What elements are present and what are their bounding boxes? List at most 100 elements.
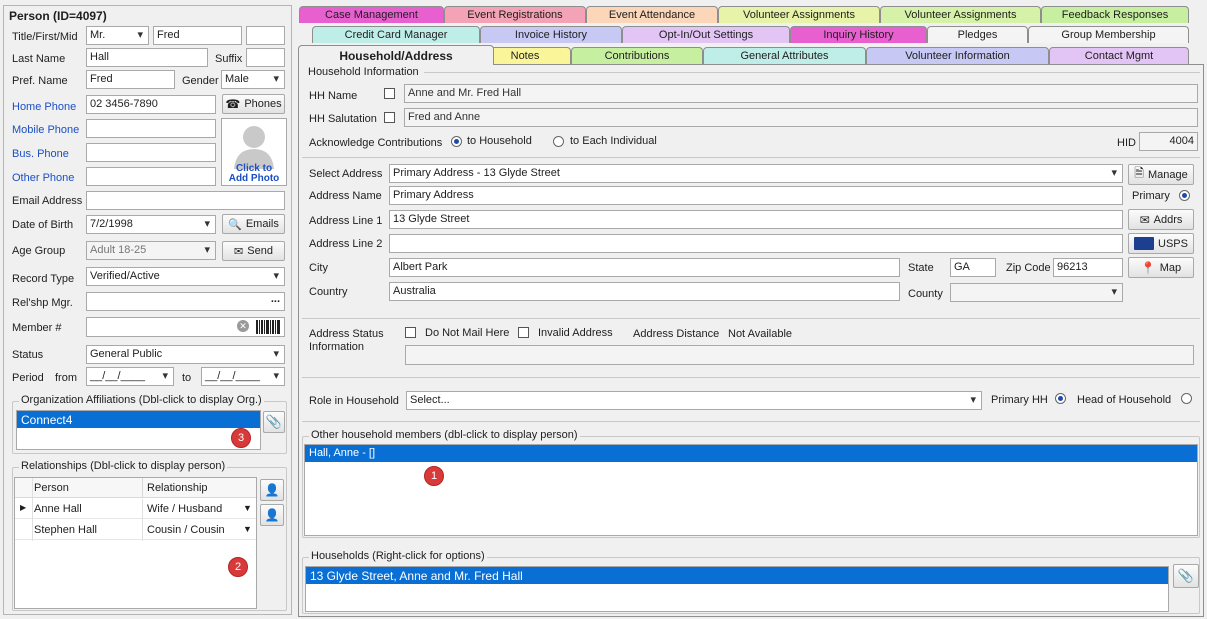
members-list[interactable]: Hall, Anne - []: [304, 444, 1198, 536]
hh-name-field[interactable]: Anne and Mr. Fred Hall: [404, 84, 1198, 103]
column-header-relationship[interactable]: Relationship: [147, 482, 208, 494]
tab-inquiry-history[interactable]: Inquiry History: [790, 26, 927, 43]
do-not-mail-checkbox[interactable]: [405, 327, 416, 338]
remove-relationship-button[interactable]: 👤: [260, 504, 284, 526]
table-row[interactable]: ▶ Anne Hall Wife / Husband ▼: [15, 499, 256, 519]
invalid-address-label[interactable]: Invalid Address: [538, 327, 613, 339]
chevron-down-icon[interactable]: ▼: [243, 524, 252, 534]
first-name-field[interactable]: Fred: [153, 26, 242, 45]
manage-button[interactable]: 🗎 Manage: [1128, 164, 1194, 185]
record-type-select[interactable]: Verified/Active: [86, 267, 285, 286]
send-button[interactable]: ✉ Send: [222, 241, 285, 261]
head-of-household-radio[interactable]: [1181, 393, 1192, 404]
tab-group-membership[interactable]: Group Membership: [1028, 26, 1189, 43]
column-header-person[interactable]: Person: [34, 482, 69, 494]
tab-volunteer-assignments[interactable]: Volunteer Assignments: [718, 6, 880, 23]
relship-mgr-field[interactable]: ...: [86, 292, 285, 311]
period-to-picker[interactable]: __/__/____: [201, 367, 285, 386]
addrs-button[interactable]: ✉ Addrs: [1128, 209, 1194, 230]
primary-hh-radio[interactable]: [1055, 393, 1066, 404]
households-attach-button[interactable]: 📎: [1173, 564, 1199, 588]
barcode-icon[interactable]: [256, 320, 280, 334]
mobile-phone-label[interactable]: Mobile Phone: [12, 124, 79, 136]
usps-button[interactable]: USPS: [1128, 233, 1194, 254]
list-item[interactable]: Connect4: [17, 411, 260, 428]
home-phone-field[interactable]: 02 3456-7890: [86, 95, 216, 114]
emails-button[interactable]: 🔍 Emails: [222, 214, 285, 234]
tab-general-attributes[interactable]: General Attributes: [703, 47, 866, 64]
phones-button[interactable]: ☎ Phones: [222, 94, 285, 114]
address-line1-field[interactable]: 13 Glyde Street: [389, 210, 1123, 229]
select-address-dropdown[interactable]: Primary Address - 13 Glyde Street: [389, 164, 1123, 183]
ack-household-label[interactable]: to Household: [467, 135, 532, 147]
add-relationship-button[interactable]: 👤: [260, 479, 284, 501]
tab-volunteer-assignments-2[interactable]: Volunteer Assignments: [880, 6, 1041, 23]
role-select[interactable]: Select...: [406, 391, 982, 410]
gender-select[interactable]: Male: [221, 70, 285, 89]
relationships-title: Relationships (Dbl-click to display pers…: [19, 460, 228, 472]
email-field[interactable]: [86, 191, 285, 210]
tab-pledges[interactable]: Pledges: [927, 26, 1028, 43]
hh-salutation-checkbox[interactable]: [384, 112, 395, 123]
bus-phone-field[interactable]: [86, 143, 216, 162]
mobile-phone-field[interactable]: [86, 119, 216, 138]
hh-name-checkbox[interactable]: [384, 88, 395, 99]
period-from-picker[interactable]: __/__/____: [86, 367, 174, 386]
tab-event-registrations[interactable]: Event Registrations: [444, 6, 586, 23]
tab-volunteer-information[interactable]: Volunteer Information: [866, 47, 1049, 64]
city-field[interactable]: Albert Park: [389, 258, 900, 277]
country-label: Country: [309, 286, 348, 298]
address-name-field[interactable]: Primary Address: [389, 186, 1123, 205]
invalid-address-checkbox[interactable]: [518, 327, 529, 338]
dob-picker[interactable]: 7/2/1998: [86, 215, 216, 234]
ack-individual-radio[interactable]: [553, 136, 564, 147]
org-affiliations-list[interactable]: Connect4: [16, 410, 261, 450]
bus-phone-label[interactable]: Bus. Phone: [12, 148, 69, 160]
table-row[interactable]: Stephen Hall Cousin / Cousin ▼: [15, 520, 256, 540]
hh-salutation-field[interactable]: Fred and Anne: [404, 108, 1198, 127]
state-field[interactable]: GA: [950, 258, 996, 277]
person-header: Person (ID=4097): [9, 9, 107, 23]
do-not-mail-label[interactable]: Do Not Mail Here: [425, 327, 509, 339]
tab-opt-in-out-settings[interactable]: Opt-In/Out Settings: [622, 26, 790, 43]
tab-event-attendance[interactable]: Event Attendance: [586, 6, 718, 23]
tab-contact-mgmt[interactable]: Contact Mgmt: [1049, 47, 1189, 64]
period-from-label: from: [55, 372, 77, 384]
org-attach-button[interactable]: 📎: [263, 411, 285, 433]
last-name-field[interactable]: Hall: [86, 48, 208, 67]
tab-household-address[interactable]: Household/Address: [298, 45, 494, 65]
zip-field[interactable]: 96213: [1053, 258, 1123, 277]
list-item[interactable]: 13 Glyde Street, Anne and Mr. Fred Hall: [306, 567, 1168, 584]
member-field[interactable]: ✕: [86, 317, 285, 337]
other-phone-field[interactable]: [86, 167, 216, 186]
age-group-select: Adult 18-25: [86, 241, 216, 260]
tab-credit-card-manager[interactable]: Credit Card Manager: [312, 26, 480, 43]
middle-name-field[interactable]: [246, 26, 285, 45]
tab-case-management[interactable]: Case Management: [299, 6, 444, 23]
status-select[interactable]: General Public: [86, 345, 285, 364]
ack-individual-label[interactable]: to Each Individual: [570, 135, 657, 147]
primary-radio[interactable]: [1179, 190, 1190, 201]
ack-household-radio[interactable]: [451, 136, 462, 147]
clear-icon[interactable]: ✕: [237, 320, 249, 332]
paperclip-icon: 📎: [1177, 568, 1195, 583]
add-person-icon: 👤: [264, 483, 280, 497]
country-field[interactable]: Australia: [389, 282, 900, 301]
dob-value: 7/2/1998: [90, 218, 133, 230]
suffix-field[interactable]: [246, 48, 285, 67]
tab-contributions[interactable]: Contributions: [571, 47, 703, 64]
pref-name-field[interactable]: Fred: [86, 70, 175, 89]
title-select[interactable]: Mr.: [86, 26, 149, 45]
add-photo-button[interactable]: Click to Add Photo: [221, 118, 287, 186]
tab-feedback-responses[interactable]: Feedback Responses: [1041, 6, 1189, 23]
tab-invoice-history[interactable]: Invoice History: [480, 26, 622, 43]
map-button[interactable]: 📍 Map: [1128, 257, 1194, 278]
households-list[interactable]: 13 Glyde Street, Anne and Mr. Fred Hall: [305, 566, 1169, 612]
other-phone-label[interactable]: Other Phone: [12, 172, 74, 184]
relship-mgr-ellipsis-button[interactable]: ...: [271, 293, 280, 305]
chevron-down-icon[interactable]: ▼: [243, 503, 252, 513]
home-phone-label[interactable]: Home Phone: [12, 101, 76, 113]
list-item[interactable]: Hall, Anne - []: [305, 445, 1197, 462]
send-icon: ✉: [234, 245, 244, 258]
address-line2-field[interactable]: [389, 234, 1123, 253]
